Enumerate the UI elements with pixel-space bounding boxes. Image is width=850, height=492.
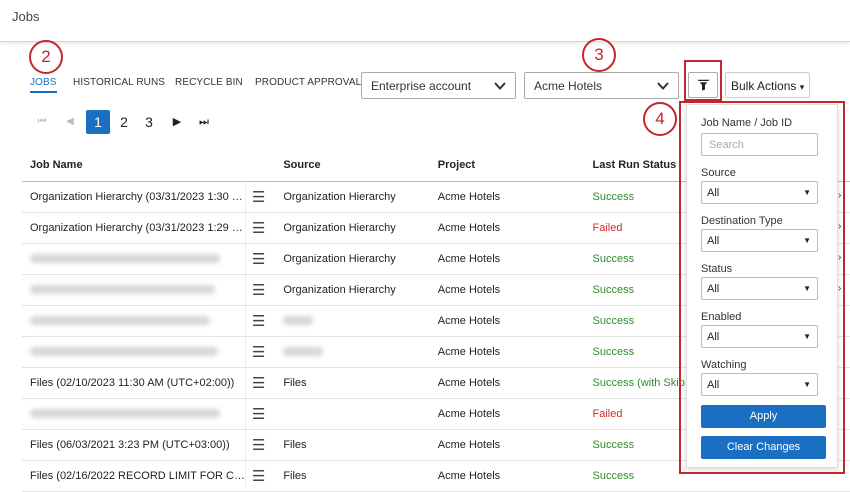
redacted-text	[30, 347, 218, 357]
account-select-value: Enterprise account	[371, 79, 472, 93]
row-menu[interactable]: ☰	[244, 336, 276, 368]
row-menu[interactable]: ☰	[244, 212, 276, 244]
project-cell: Acme Hotels	[429, 398, 585, 430]
hamburger-menu-icon[interactable]: ☰	[252, 375, 265, 392]
redacted-text	[30, 409, 220, 419]
source-cell-redacted	[275, 398, 430, 430]
job-name-cell[interactable]: Organization Hierarchy (03/31/2023 1:30 …	[22, 181, 246, 213]
hamburger-menu-icon[interactable]: ☰	[252, 437, 265, 454]
tab-recycle-bin[interactable]: RECYCLE BIN	[175, 77, 243, 88]
page-3[interactable]: 3	[137, 110, 161, 134]
project-cell: Acme Hotels	[429, 274, 585, 306]
project-cell: Acme Hotels	[429, 367, 585, 399]
source-cell-redacted	[275, 305, 430, 337]
column-header-project[interactable]: Project	[429, 150, 585, 182]
column-header-menu	[245, 150, 276, 182]
job-name-cell-redacted[interactable]	[22, 243, 246, 275]
account-select[interactable]: Enterprise account	[361, 72, 516, 99]
job-name-cell-redacted[interactable]	[22, 398, 246, 430]
page-2[interactable]: 2	[112, 110, 136, 134]
filter-panel-highlight-box	[679, 101, 845, 474]
hamburger-menu-icon[interactable]: ☰	[252, 220, 265, 237]
hamburger-menu-icon[interactable]: ☰	[252, 468, 265, 485]
redacted-text	[30, 316, 210, 326]
source-cell: Organization Hierarchy	[275, 212, 430, 244]
next-page-icon[interactable]: ▶	[165, 110, 189, 134]
callout-3: 3	[582, 38, 616, 72]
redacted-text	[283, 347, 324, 357]
project-cell: Acme Hotels	[429, 429, 585, 461]
bulk-actions-label: Bulk Actions	[731, 79, 797, 93]
source-cell-redacted	[275, 336, 430, 368]
row-menu[interactable]: ☰	[244, 367, 276, 399]
hamburger-menu-icon[interactable]: ☰	[252, 406, 265, 423]
job-name-cell[interactable]: Files (06/03/2021 3:23 PM (UTC+03:00))	[22, 429, 246, 461]
project-cell: Acme Hotels	[429, 181, 585, 213]
project-select-value: Acme Hotels	[534, 79, 603, 93]
hamburger-menu-icon[interactable]: ☰	[252, 282, 265, 299]
source-cell: Organization Hierarchy	[275, 181, 430, 213]
job-name-cell[interactable]: Files (02/10/2023 11:30 AM (UTC+02:00))	[22, 367, 246, 399]
source-cell: Organization Hierarchy	[275, 243, 430, 275]
source-cell: Files	[275, 429, 430, 461]
filter-button[interactable]	[688, 72, 718, 98]
page-title: Jobs	[12, 9, 40, 24]
project-cell: Acme Hotels	[429, 336, 585, 368]
callout-2: 2	[29, 40, 63, 74]
prev-page-icon[interactable]: ◀	[58, 110, 82, 134]
column-header-job-name[interactable]: Job Name	[22, 150, 246, 182]
row-menu[interactable]: ☰	[244, 274, 276, 306]
hamburger-menu-icon[interactable]: ☰	[252, 189, 265, 206]
tab-jobs[interactable]: JOBS	[30, 77, 57, 93]
redacted-text	[30, 285, 215, 295]
filter-icon	[697, 79, 710, 91]
job-name-cell-redacted[interactable]	[22, 336, 246, 368]
row-menu[interactable]: ☰	[244, 181, 276, 213]
row-menu[interactable]: ☰	[244, 398, 276, 430]
last-page-icon[interactable]: ⏭	[192, 110, 216, 134]
project-cell: Acme Hotels	[429, 212, 585, 244]
tab-historical-runs[interactable]: HISTORICAL RUNS	[73, 77, 165, 88]
hamburger-menu-icon[interactable]: ☰	[252, 344, 265, 361]
source-cell: Organization Hierarchy	[275, 274, 430, 306]
project-cell: Acme Hotels	[429, 305, 585, 337]
source-cell: Files	[275, 367, 430, 399]
first-page-icon[interactable]: ⏮	[30, 110, 54, 134]
project-select[interactable]: Acme Hotels	[524, 72, 679, 99]
redacted-text	[30, 254, 220, 264]
row-menu[interactable]: ☰	[244, 243, 276, 275]
tab-product-approval[interactable]: PRODUCT APPROVAL	[255, 77, 361, 88]
job-name-cell-redacted[interactable]	[22, 305, 246, 337]
project-cell: Acme Hotels	[429, 243, 585, 275]
caret-down-icon: ▾	[799, 82, 805, 92]
top-bar: Jobs	[0, 0, 850, 42]
page-1[interactable]: 1	[86, 110, 110, 134]
column-header-source[interactable]: Source	[275, 150, 430, 182]
row-menu[interactable]: ☰	[244, 305, 276, 337]
job-name-cell-redacted[interactable]	[22, 274, 246, 306]
hamburger-menu-icon[interactable]: ☰	[252, 251, 265, 268]
job-name-cell[interactable]: Organization Hierarchy (03/31/2023 1:29 …	[22, 212, 246, 244]
callout-4: 4	[643, 102, 677, 136]
chevron-down-icon	[494, 82, 506, 90]
hamburger-menu-icon[interactable]: ☰	[252, 313, 265, 330]
row-menu[interactable]: ☰	[244, 429, 276, 461]
chevron-down-icon	[657, 82, 669, 90]
bulk-actions-dropdown[interactable]: Bulk Actions ▾	[725, 72, 811, 98]
redacted-text	[283, 316, 314, 326]
